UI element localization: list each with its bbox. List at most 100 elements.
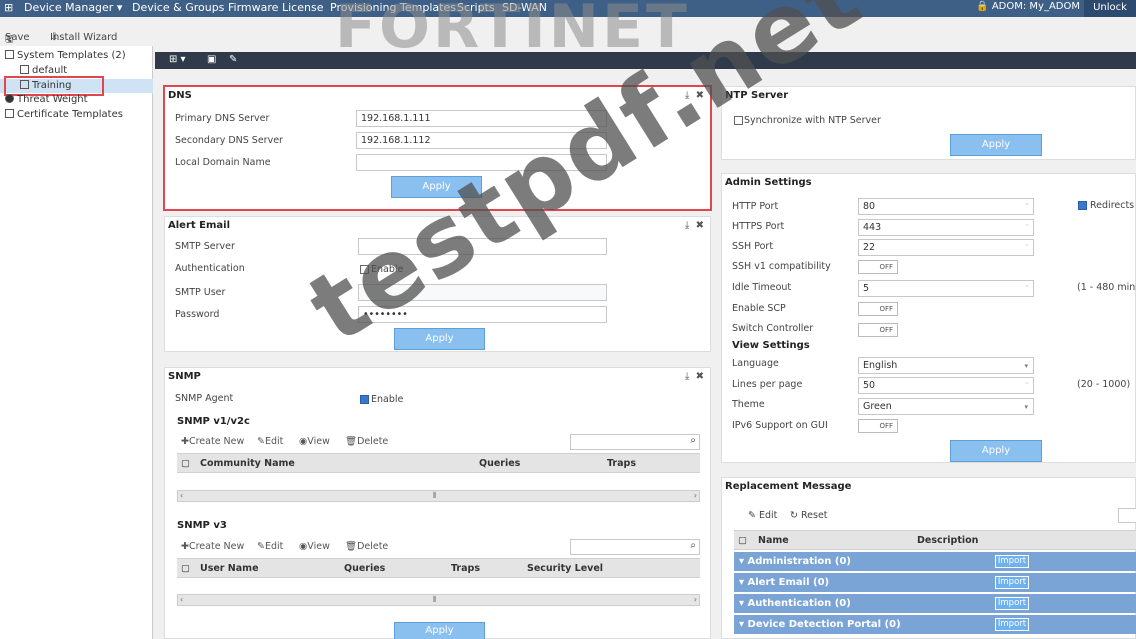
col-queries[interactable]: Queries — [344, 563, 385, 574]
language-select[interactable]: English ▾ — [858, 357, 1034, 374]
sshv1-toggle[interactable]: OFF — [858, 260, 898, 274]
widget-icon[interactable]: ▣ — [207, 54, 216, 65]
snmp-v1-search-input[interactable]: ⌕ — [570, 434, 700, 450]
ssh-port-input[interactable]: 22 ⁼ — [858, 239, 1034, 256]
lock-icon: 🔒 — [976, 1, 989, 12]
redirects-checkbox[interactable] — [1078, 201, 1087, 210]
switch-controller-toggle[interactable]: OFF — [858, 323, 898, 337]
ntp-apply-button[interactable]: Apply — [950, 134, 1042, 156]
spinner-icon[interactable]: ⁼ — [1025, 199, 1029, 214]
rm-edit-button[interactable]: ✎ Edit — [748, 510, 777, 521]
scroll-right-icon[interactable]: › — [694, 491, 697, 501]
language-value: English — [863, 360, 898, 371]
install-wizard-label: Install Wizard — [50, 32, 118, 43]
nav-license[interactable]: License — [282, 1, 323, 14]
view-label: View — [307, 541, 330, 552]
select-all-checkbox[interactable]: ▢ — [738, 535, 747, 546]
close-icon[interactable]: ✖ — [696, 371, 704, 382]
dropdown-arrow-icon: ▾ — [1024, 403, 1028, 411]
unlock-button[interactable]: Unlock — [1084, 0, 1136, 17]
tree-certificate-templates[interactable]: Certificate Templates — [5, 108, 123, 122]
scroll-left-icon[interactable]: ‹ — [180, 595, 183, 605]
rm-import-button[interactable]: Import — [995, 555, 1029, 568]
snmp-apply-button[interactable]: Apply — [394, 622, 485, 639]
spinner-icon[interactable]: ⁼ — [1025, 240, 1029, 255]
nav-firmware[interactable]: Firmware — [228, 1, 278, 14]
rm-group-label: Alert Email (0) — [747, 577, 830, 588]
edit-button[interactable]: ✎ Edit — [257, 541, 283, 552]
select-all-checkbox[interactable]: ▢ — [181, 563, 190, 574]
ssh-port-label: SSH Port — [732, 241, 774, 252]
snmp-agent-label: SNMP Agent — [175, 393, 234, 404]
admin-apply-button[interactable]: Apply — [950, 440, 1042, 462]
tree-system-templates[interactable]: System Templates (2) — [5, 49, 126, 63]
adom-label: ADOM: My_ADOM — [991, 1, 1080, 12]
switch-controller-label: Switch Controller — [732, 323, 814, 334]
scroll-thumb-icon[interactable]: ⦀ — [433, 595, 437, 605]
rm-group-alert-email[interactable]: ▾ Alert Email (0) — [734, 573, 1136, 592]
rm-import-button[interactable]: Import — [995, 597, 1029, 610]
view-button[interactable]: ◉ View — [299, 541, 330, 552]
alert-email-title: Alert Email — [168, 220, 230, 231]
scroll-thumb-icon[interactable]: ⦀ — [433, 491, 437, 501]
view-button[interactable]: ◉ View — [299, 436, 330, 447]
nav-device-manager[interactable]: Device Manager ▾ — [24, 1, 122, 14]
search-icon: ⌕ — [690, 540, 696, 551]
col-security-level[interactable]: Security Level — [527, 563, 603, 574]
rm-group-administration[interactable]: ▾ Administration (0) — [734, 552, 1136, 571]
edit-button[interactable]: ✎ Edit — [257, 436, 283, 447]
scroll-right-icon[interactable]: › — [694, 595, 697, 605]
snmp-v3-search-input[interactable]: ⌕ — [570, 539, 700, 555]
collapse-icon[interactable]: ⤓ — [685, 371, 689, 382]
tree-threat-weight[interactable]: Threat Weight — [5, 93, 88, 107]
http-port-input[interactable]: 80 ⁼ — [858, 198, 1034, 215]
scroll-left-icon[interactable]: ‹ — [180, 491, 183, 501]
idle-timeout-input[interactable]: 5 ⁼ — [858, 280, 1034, 297]
snmp-v3-scrollbar[interactable]: ‹ ⦀ › — [177, 594, 700, 606]
rm-import-button[interactable]: Import — [995, 576, 1029, 589]
select-all-checkbox[interactable]: ▢ — [181, 458, 190, 469]
col-description[interactable]: Description — [917, 535, 978, 546]
https-port-label: HTTPS Port — [732, 221, 785, 232]
edit-label: Edit — [264, 541, 284, 552]
col-name[interactable]: Name — [758, 535, 789, 546]
col-traps[interactable]: Traps — [607, 458, 636, 469]
delete-label: Delete — [357, 436, 389, 447]
snmp-v1-scrollbar[interactable]: ‹ ⦀ › — [177, 490, 700, 502]
grid-view-icon[interactable]: ⊞ ▾ — [169, 54, 186, 65]
col-user-name[interactable]: User Name — [200, 563, 259, 574]
http-port-value: 80 — [863, 201, 876, 212]
delete-button[interactable]: 🗑 Delete — [345, 541, 388, 552]
collapse-icon[interactable]: ⤓ — [685, 220, 689, 231]
spinner-icon[interactable]: ⁼ — [1025, 220, 1029, 235]
create-new-button[interactable]: ✚ Create New — [181, 541, 244, 552]
rm-group-device-detection-portal[interactable]: ▾ Device Detection Portal (0) — [734, 615, 1136, 634]
rm-search-input[interactable] — [1118, 508, 1136, 523]
create-new-button[interactable]: ✚ Create New — [181, 436, 244, 447]
spinner-icon[interactable]: ⁼ — [1025, 281, 1029, 296]
ipv6-toggle[interactable]: OFF — [858, 419, 898, 433]
sshv1-label: SSH v1 compatibility — [732, 261, 831, 272]
close-icon[interactable]: ✖ — [696, 220, 704, 231]
snmp-agent-checkbox[interactable] — [360, 395, 369, 404]
ipv6-label: IPv6 Support on GUI — [732, 420, 828, 431]
delete-button[interactable]: 🗑 Delete — [345, 436, 388, 447]
rm-group-authentication[interactable]: ▾ Authentication (0) — [734, 594, 1136, 613]
theme-value: Green — [863, 401, 892, 412]
app-grid-icon[interactable]: ⊞ — [4, 1, 13, 14]
col-community-name[interactable]: Community Name — [200, 458, 295, 469]
spinner-icon[interactable]: ⁼ — [1025, 378, 1029, 393]
https-port-input[interactable]: 443 ⁼ — [858, 219, 1034, 236]
edit-layout-icon[interactable]: ✎ — [229, 54, 237, 65]
rm-reset-button[interactable]: ↻ Reset — [790, 510, 828, 521]
col-traps[interactable]: Traps — [451, 563, 480, 574]
alert-email-apply-button[interactable]: Apply — [394, 328, 485, 350]
nav-device-groups[interactable]: Device & Groups — [132, 1, 224, 14]
lines-per-page-input[interactable]: 50 ⁼ — [858, 377, 1034, 394]
rm-group-label: Authentication (0) — [747, 598, 851, 609]
rm-import-button[interactable]: Import — [995, 618, 1029, 631]
theme-select[interactable]: Green ▾ — [858, 398, 1034, 415]
enable-scp-toggle[interactable]: OFF — [858, 302, 898, 316]
certificate-icon — [5, 109, 14, 118]
col-queries[interactable]: Queries — [479, 458, 520, 469]
